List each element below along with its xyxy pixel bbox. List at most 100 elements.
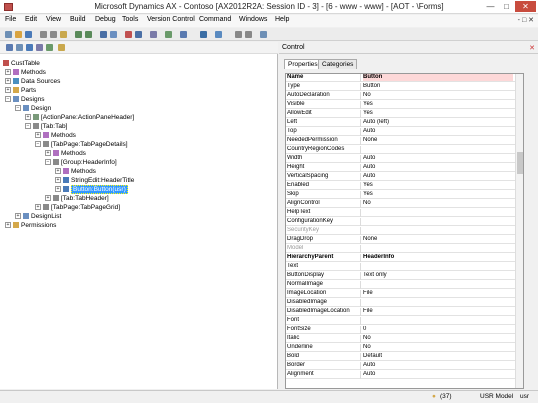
property-value[interactable]: Auto [363, 155, 513, 162]
breakpoint-icon[interactable] [125, 31, 132, 38]
property-value[interactable]: HeaderInfo [363, 254, 513, 261]
property-value[interactable]: Text only [363, 272, 513, 279]
aot-icon[interactable] [180, 31, 187, 38]
collapse-icon[interactable]: − [35, 141, 41, 148]
tree-node[interactable]: + Methods [5, 69, 46, 77]
property-row[interactable]: Bold Default [286, 353, 523, 361]
property-value[interactable]: Auto [363, 371, 513, 378]
collapse-icon[interactable]: − [45, 159, 51, 166]
property-row[interactable]: Left Auto (left) [286, 119, 523, 127]
new-node-icon[interactable] [16, 44, 23, 51]
paste-icon[interactable] [60, 31, 67, 38]
notification-count[interactable]: (37) [440, 393, 452, 400]
property-value[interactable]: No [363, 92, 513, 99]
property-row[interactable]: HelpText [286, 209, 523, 217]
property-row[interactable]: ConfigurationKey [286, 218, 523, 226]
window-icon[interactable] [245, 31, 252, 38]
collapse-icon[interactable]: − [15, 105, 21, 112]
property-row[interactable]: DisabledImage [286, 299, 523, 307]
menu-file[interactable]: File [5, 16, 16, 23]
property-value[interactable]: Button [363, 83, 513, 90]
import-icon[interactable] [58, 44, 65, 51]
expand-icon[interactable]: + [45, 150, 51, 157]
property-row[interactable]: Alignment Auto [286, 371, 523, 379]
tree-node-selected[interactable]: + Button:Button(usr) [55, 185, 128, 194]
layout-icon[interactable] [235, 31, 242, 38]
minimize-button[interactable]: — [483, 1, 498, 12]
properties-icon[interactable] [150, 31, 157, 38]
tree-node[interactable]: + Permissions [5, 222, 56, 230]
filter-icon[interactable] [200, 31, 207, 38]
find-icon[interactable] [100, 31, 107, 38]
open-icon[interactable] [15, 31, 22, 38]
property-row[interactable]: AllowEdit Yes [286, 110, 523, 118]
property-row[interactable]: SecurityKey [286, 227, 523, 235]
tree-node[interactable]: + Parts [5, 87, 36, 95]
compile-node-icon[interactable] [46, 44, 53, 51]
help-icon[interactable] [260, 31, 267, 38]
tree-node[interactable]: + Methods [35, 132, 76, 140]
tree-node[interactable]: − Designs [5, 96, 44, 104]
property-row[interactable]: Enabled Yes [286, 182, 523, 190]
property-row[interactable]: Underline No [286, 344, 523, 352]
menu-edit[interactable]: Edit [25, 16, 37, 23]
expand-icon[interactable]: + [45, 195, 51, 202]
node-properties-icon[interactable] [36, 44, 43, 51]
scrollbar[interactable] [515, 74, 523, 388]
property-row[interactable]: Model [286, 245, 523, 253]
property-value[interactable]: No [363, 335, 513, 342]
expand-icon[interactable]: + [5, 69, 11, 76]
copy-icon[interactable] [50, 31, 57, 38]
sort-icon[interactable] [215, 31, 222, 38]
property-value[interactable]: Auto (left) [363, 119, 513, 126]
property-value[interactable]: Yes [363, 110, 513, 117]
menu-windows[interactable]: Windows [239, 16, 267, 23]
tree-node[interactable]: + Data Sources [5, 78, 60, 86]
close-icon[interactable]: ✕ [529, 44, 535, 52]
run-icon[interactable] [165, 31, 172, 38]
property-row[interactable]: Type Button [286, 83, 523, 91]
tree-node[interactable]: − [TabPage:TabPageDetails] [35, 141, 128, 149]
expand-icon[interactable]: + [15, 213, 21, 220]
property-row[interactable]: Text [286, 263, 523, 271]
property-value[interactable]: Auto [363, 128, 513, 135]
property-value[interactable]: Yes [363, 191, 513, 198]
property-row[interactable]: NeededPermission None [286, 137, 523, 145]
menu-help[interactable]: Help [275, 16, 289, 23]
save-node-icon[interactable] [26, 44, 33, 51]
menu-command[interactable]: Command [199, 16, 231, 23]
collapse-icon[interactable]: − [5, 96, 11, 103]
property-row[interactable]: Width Auto [286, 155, 523, 163]
menu-debug[interactable]: Debug [95, 16, 116, 23]
property-value[interactable]: Yes [363, 101, 513, 108]
expand-icon[interactable]: + [5, 78, 11, 85]
tree-node[interactable]: − [Group:HeaderInfo] [45, 159, 117, 167]
expand-icon[interactable]: + [5, 87, 11, 94]
property-row[interactable]: VerticalSpacing Auto [286, 173, 523, 181]
new-icon[interactable] [5, 31, 12, 38]
maximize-button[interactable]: □ [499, 1, 514, 12]
scrollbar-thumb[interactable] [517, 152, 523, 174]
tree-node[interactable]: + Methods [55, 168, 96, 176]
property-value[interactable]: Yes [363, 182, 513, 189]
tree-node[interactable]: − [Tab:Tab] [25, 123, 67, 131]
menu-version-control[interactable]: Version Control [147, 16, 195, 23]
cut-icon[interactable] [40, 31, 47, 38]
tree-node[interactable]: − Design [15, 105, 51, 113]
property-value[interactable]: No [363, 200, 513, 207]
property-row[interactable]: DisabledImageLocation File [286, 308, 523, 316]
property-row[interactable]: NormalImage [286, 281, 523, 289]
redo-icon[interactable] [85, 31, 92, 38]
expand-icon[interactable]: + [35, 132, 41, 139]
expand-icon[interactable]: + [55, 177, 61, 184]
tree-node-root[interactable]: CustTable [3, 60, 40, 68]
property-row[interactable]: AlignControl No [286, 200, 523, 208]
tab-categories[interactable]: Categories [318, 59, 358, 69]
property-row[interactable]: AutoDeclaration No [286, 92, 523, 100]
property-value[interactable]: None [363, 236, 513, 243]
expand-icon[interactable]: + [25, 114, 31, 121]
property-row[interactable]: ImageLocation File [286, 290, 523, 298]
property-row[interactable]: FontSize 0 [286, 326, 523, 334]
bell-icon[interactable]: ● [432, 393, 436, 400]
property-value[interactable]: 0 [363, 326, 513, 333]
